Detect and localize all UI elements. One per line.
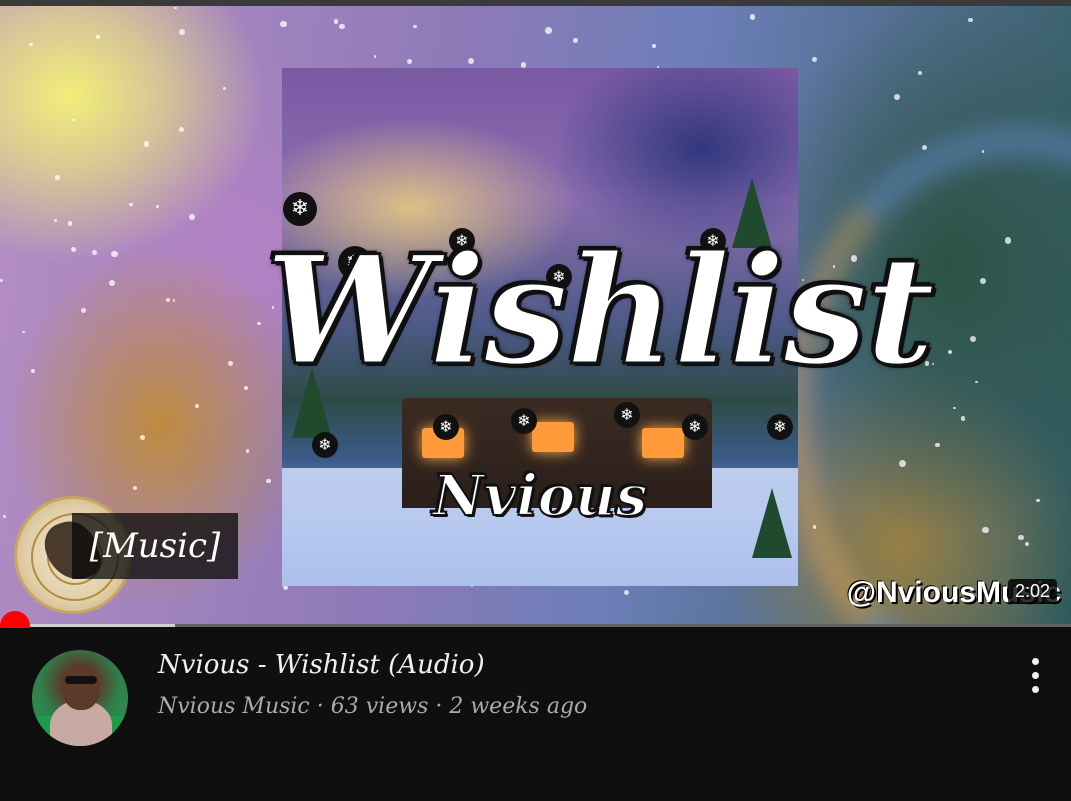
snow-flake [960,416,966,421]
snowflake-icon: ❄ [511,408,537,434]
snow-flake [1018,534,1024,541]
snow-flake [132,485,137,491]
snow-flake [921,145,928,151]
snowflake-icon: ❄ [614,402,640,428]
snow-flake [1025,541,1030,547]
snow-flake [407,58,413,64]
snow-flake [22,330,25,334]
duration-badge: 2:02 [1007,579,1057,604]
artwork-window [532,422,574,452]
snow-flake [935,442,940,447]
channel-avatar[interactable] [32,650,128,746]
snow-flake [1004,237,1012,244]
artwork-window [642,428,684,458]
more-vert-icon [1032,658,1039,665]
snow-flake [194,403,199,408]
video-metadata: Nvious Music · 63 views · 2 weeks ago [158,690,978,724]
snow-flake [623,589,630,596]
snow-flake [968,17,974,23]
more-vert-icon [1032,686,1039,693]
upload-age: 2 weeks ago [449,694,588,719]
snow-flake [467,58,475,65]
video-info-panel[interactable]: Nvious - Wishlist (Audio) Nvious Music ·… [0,628,1071,801]
snow-flake [67,221,73,226]
snow-flake [981,150,985,153]
snow-flake [749,14,756,20]
avatar-glasses [65,676,97,684]
snow-flake [144,141,150,147]
meta-separator: · [316,694,324,719]
snow-flake [223,87,226,90]
snow-flake [980,278,986,284]
snow-flake [520,62,527,68]
more-options-button[interactable] [1016,652,1054,700]
snow-flake [228,360,234,366]
snow-flake [257,321,261,326]
artwork-title: Wishlist [264,222,937,401]
snow-flake [333,19,339,24]
snow-flake [165,298,171,303]
snowflake-icon: ❄ [767,414,793,440]
video-player[interactable]: ❄ ❄ ❄ ❄ ❄ ❄ ❄ ❄ ❄ ❄ ❄ Wishlist Nvious @N… [0,6,1071,624]
more-vert-icon [1032,672,1039,679]
snow-flake [174,6,178,10]
artwork-tree [752,488,792,558]
snow-flake [1036,498,1040,503]
snow-flake [812,525,816,529]
snow-flake [969,335,976,342]
snow-flake [245,449,250,453]
snow-flake [95,34,100,40]
snow-flake [3,515,6,518]
snow-flake [339,23,345,30]
snow-flake [155,205,159,208]
snow-flake [266,478,271,483]
snow-flake [572,37,578,43]
meta-separator: · [435,694,443,719]
closed-caption: [Music] [72,513,238,579]
view-count: 63 views [330,694,429,719]
artwork-artist: Nvious [432,462,649,530]
snow-flake [917,70,922,76]
snow-flake [189,214,196,221]
snow-flake [243,385,249,391]
snow-flake [129,203,133,207]
avatar-face [62,664,100,710]
snow-flake [947,349,952,354]
progress-bar[interactable] [0,624,1071,627]
snow-flake [975,380,979,384]
snow-flake [109,280,116,286]
snow-flake [139,434,145,440]
snow-flake [172,299,176,302]
snow-flake [982,526,990,534]
snow-flake [899,460,907,468]
snow-flake [29,42,33,47]
snow-flake [0,278,4,282]
snow-flake [280,20,287,28]
snow-flake [111,250,118,258]
channel-name[interactable]: Nvious Music [158,694,310,719]
snow-flake [91,250,97,256]
snow-flake [178,127,185,133]
snow-flake [72,118,75,122]
snow-flake [652,44,656,48]
snow-flake [373,55,377,58]
snow-flake [178,28,185,35]
snow-flake [545,27,553,35]
snow-flake [413,25,417,29]
snowflake-icon: ❄ [312,432,338,458]
snow-flake [952,406,956,410]
snow-flake [81,307,87,313]
snow-flake [54,218,58,223]
snow-flake [31,369,35,373]
snow-flake [55,175,60,180]
snow-flake [70,246,77,253]
snowflake-icon: ❄ [682,414,708,440]
snowflake-icon: ❄ [433,414,459,440]
video-title[interactable]: Nvious - Wishlist (Audio) [158,646,978,684]
snow-flake [893,94,900,101]
snow-flake [811,56,818,63]
